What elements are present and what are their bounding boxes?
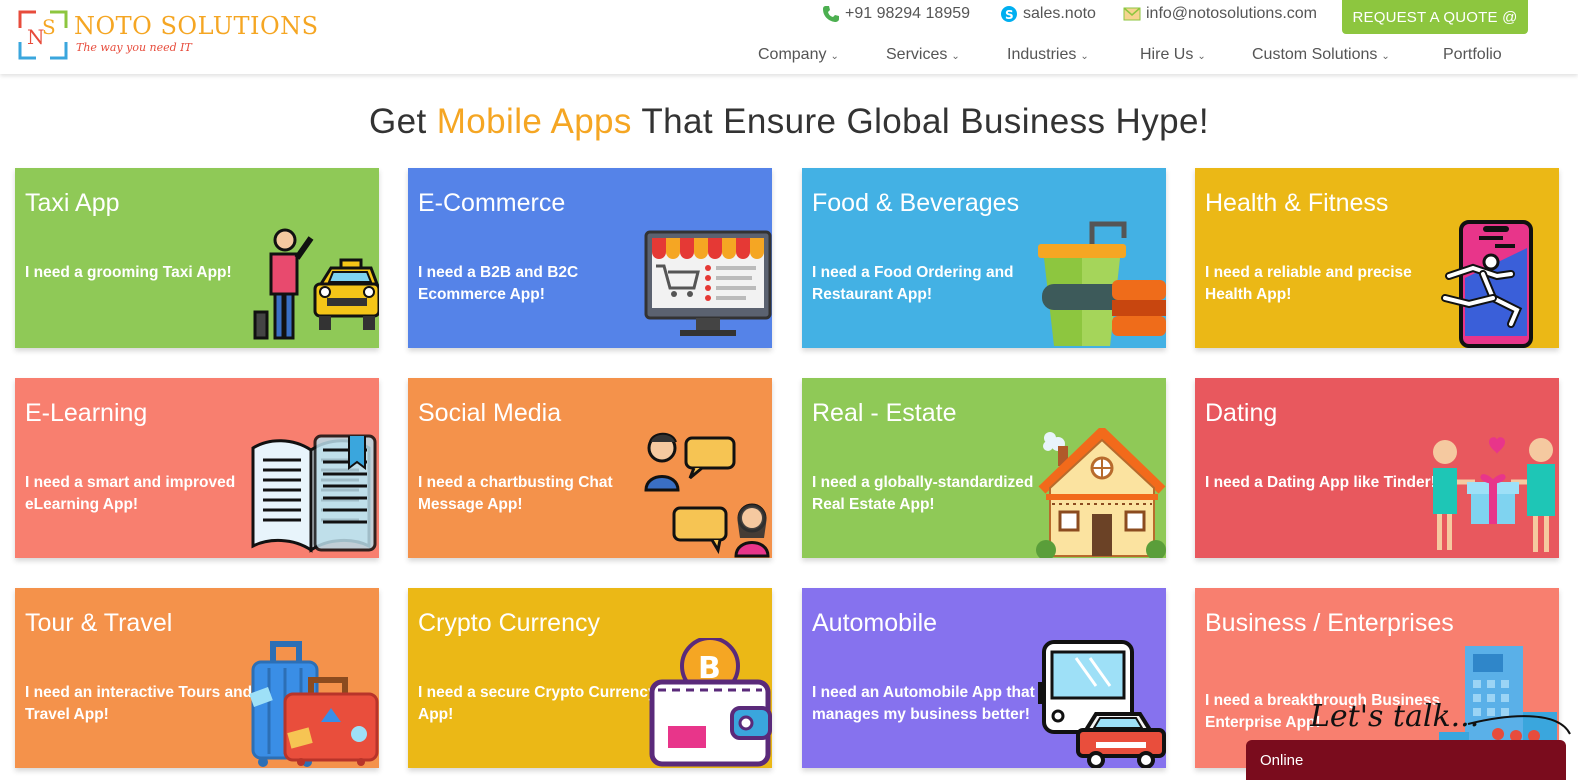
card-health-fitness[interactable]: Health & Fitness I need a reliable and p… — [1195, 168, 1559, 348]
card-crypto-currency[interactable]: Crypto Currency I need a secure Crypto C… — [408, 588, 772, 768]
card-description: I need a secure Crypto Currency App! — [418, 684, 657, 723]
couple-gift-icon — [1433, 437, 1555, 552]
brand-tagline: The way you need IT — [76, 41, 192, 54]
nav-custom-solutions[interactable]: Custom Solutions ⌄ — [1252, 44, 1390, 66]
card-description: I need an Automobile App that manages my… — [812, 684, 1035, 723]
card-title: Social Media — [418, 399, 562, 427]
card-title: Food & Beverages — [812, 189, 1020, 217]
nav-services[interactable]: Services ⌄ — [886, 44, 960, 66]
headline-prefix: Get — [369, 102, 427, 141]
fitness-phone-icon — [1441, 220, 1533, 348]
nav-industries[interactable]: Industries ⌄ — [1007, 44, 1089, 66]
card-title: Business / Enterprises — [1205, 609, 1454, 637]
card-automobile[interactable]: Automobile I need an Automobile App that… — [802, 588, 1166, 768]
nav-label: Company — [758, 46, 827, 63]
card-description: I need a Food Ordering and Restaurant Ap… — [812, 264, 1014, 303]
nav-company[interactable]: Company ⌄ — [758, 44, 839, 66]
skype-icon: S — [1001, 6, 1017, 22]
request-quote-button[interactable]: REQUEST A QUOTE @ — [1342, 0, 1528, 34]
card-tour-travel[interactable]: Tour & Travel I need an interactive Tour… — [15, 588, 379, 768]
card-taxi-app[interactable]: Taxi App I need a grooming Taxi App! — [15, 168, 379, 348]
phone-number: +91 98294 18959 — [845, 5, 971, 22]
card-e-learning[interactable]: E-Learning I need a smart and improved e… — [15, 378, 379, 558]
card-description: I need a Dating App like Tinder! — [1205, 474, 1436, 491]
chevron-down-icon: ⌄ — [830, 51, 839, 62]
card-description: I need a globally-standardized Real Esta… — [812, 474, 1034, 513]
nav-label: Industries — [1007, 46, 1077, 63]
card-description: I need a B2B and B2C Ecommerce App! — [418, 264, 579, 303]
chevron-down-icon: ⌄ — [1381, 51, 1390, 62]
luggage-icon — [249, 641, 379, 767]
card-social-media[interactable]: Social Media I need a chartbusting Chat … — [408, 378, 772, 558]
bitcoin-wallet-icon: B — [649, 638, 772, 767]
nav-label: Portfolio — [1443, 46, 1502, 63]
svg-text:S: S — [42, 15, 56, 39]
headline-highlight: Mobile Apps — [436, 102, 632, 141]
nav-portfolio[interactable]: Portfolio — [1443, 44, 1502, 66]
contact-skype[interactable]: S sales.noto — [1000, 3, 1096, 25]
chevron-down-icon: ⌄ — [1197, 51, 1206, 62]
nav-label: Services — [886, 46, 948, 63]
site-header: N S NOTO SOLUTIONS The way you need IT +… — [0, 0, 1578, 74]
brand-name: NOTO SOLUTIONS — [74, 12, 319, 40]
card-title: Health & Fitness — [1205, 189, 1389, 217]
phone-icon — [823, 6, 839, 22]
card-description: I need a reliable and precise Health App… — [1205, 264, 1412, 303]
nav-label: Custom Solutions — [1252, 46, 1378, 63]
email-address: info@notosolutions.com — [1146, 5, 1317, 22]
mail-icon — [1123, 7, 1141, 21]
card-description: I need a smart and improved eLearning Ap… — [25, 474, 236, 513]
bus-car-icon — [1038, 640, 1166, 768]
card-description: I need a chartbusting Chat Message App! — [418, 474, 613, 513]
chevron-down-icon: ⌄ — [1080, 51, 1089, 62]
brand-logo[interactable]: N S NOTO SOLUTIONS The way you need IT — [18, 10, 318, 62]
card-dating[interactable]: Dating I need a Dating App like Tinder! — [1195, 378, 1559, 558]
logo-mark-icon: N S — [18, 10, 68, 60]
taxi-icon — [253, 228, 379, 340]
nav-label: Hire Us — [1140, 46, 1194, 63]
nav-hire-us[interactable]: Hire Us ⌄ — [1140, 44, 1206, 66]
chat-status: Online — [1260, 752, 1304, 769]
card-title: Real - Estate — [812, 399, 957, 427]
house-icon — [1036, 428, 1166, 558]
card-title: Tour & Travel — [25, 609, 173, 637]
contact-email[interactable]: info@notosolutions.com — [1123, 3, 1317, 25]
chat-widget-bar[interactable]: Online — [1246, 740, 1566, 780]
chat-bubbles-icon — [644, 432, 770, 558]
contact-phone[interactable]: +91 98294 18959 — [822, 3, 970, 25]
card-e-commerce[interactable]: E-Commerce I need a B2B and B2C Ecommerc… — [408, 168, 772, 348]
card-real-estate[interactable]: Real - Estate I need a globally-standard… — [802, 378, 1166, 558]
svg-text:S: S — [1005, 8, 1014, 22]
lets-talk-text: Let's talk... — [1309, 699, 1479, 734]
card-title: Crypto Currency — [418, 609, 600, 637]
card-title: Automobile — [812, 609, 938, 637]
open-book-icon — [251, 434, 377, 553]
chevron-down-icon: ⌄ — [951, 51, 960, 62]
skype-handle: sales.noto — [1023, 5, 1096, 22]
card-title: Dating — [1205, 399, 1278, 427]
card-description: I need an interactive Tours and Travel A… — [25, 684, 253, 723]
drink-cup-icon — [1038, 221, 1166, 346]
card-title: E-Learning — [25, 399, 148, 427]
headline-suffix: That Ensure Global Business Hype! — [641, 102, 1209, 141]
card-title: E-Commerce — [418, 189, 566, 217]
ecommerce-monitor-icon — [644, 230, 772, 336]
card-food-beverages[interactable]: Food & Beverages I need a Food Ordering … — [802, 168, 1166, 348]
card-description: I need a grooming Taxi App! — [25, 264, 232, 281]
card-title: Taxi App — [25, 189, 120, 217]
page-headline: Get Mobile Apps That Ensure Global Busin… — [0, 102, 1578, 142]
